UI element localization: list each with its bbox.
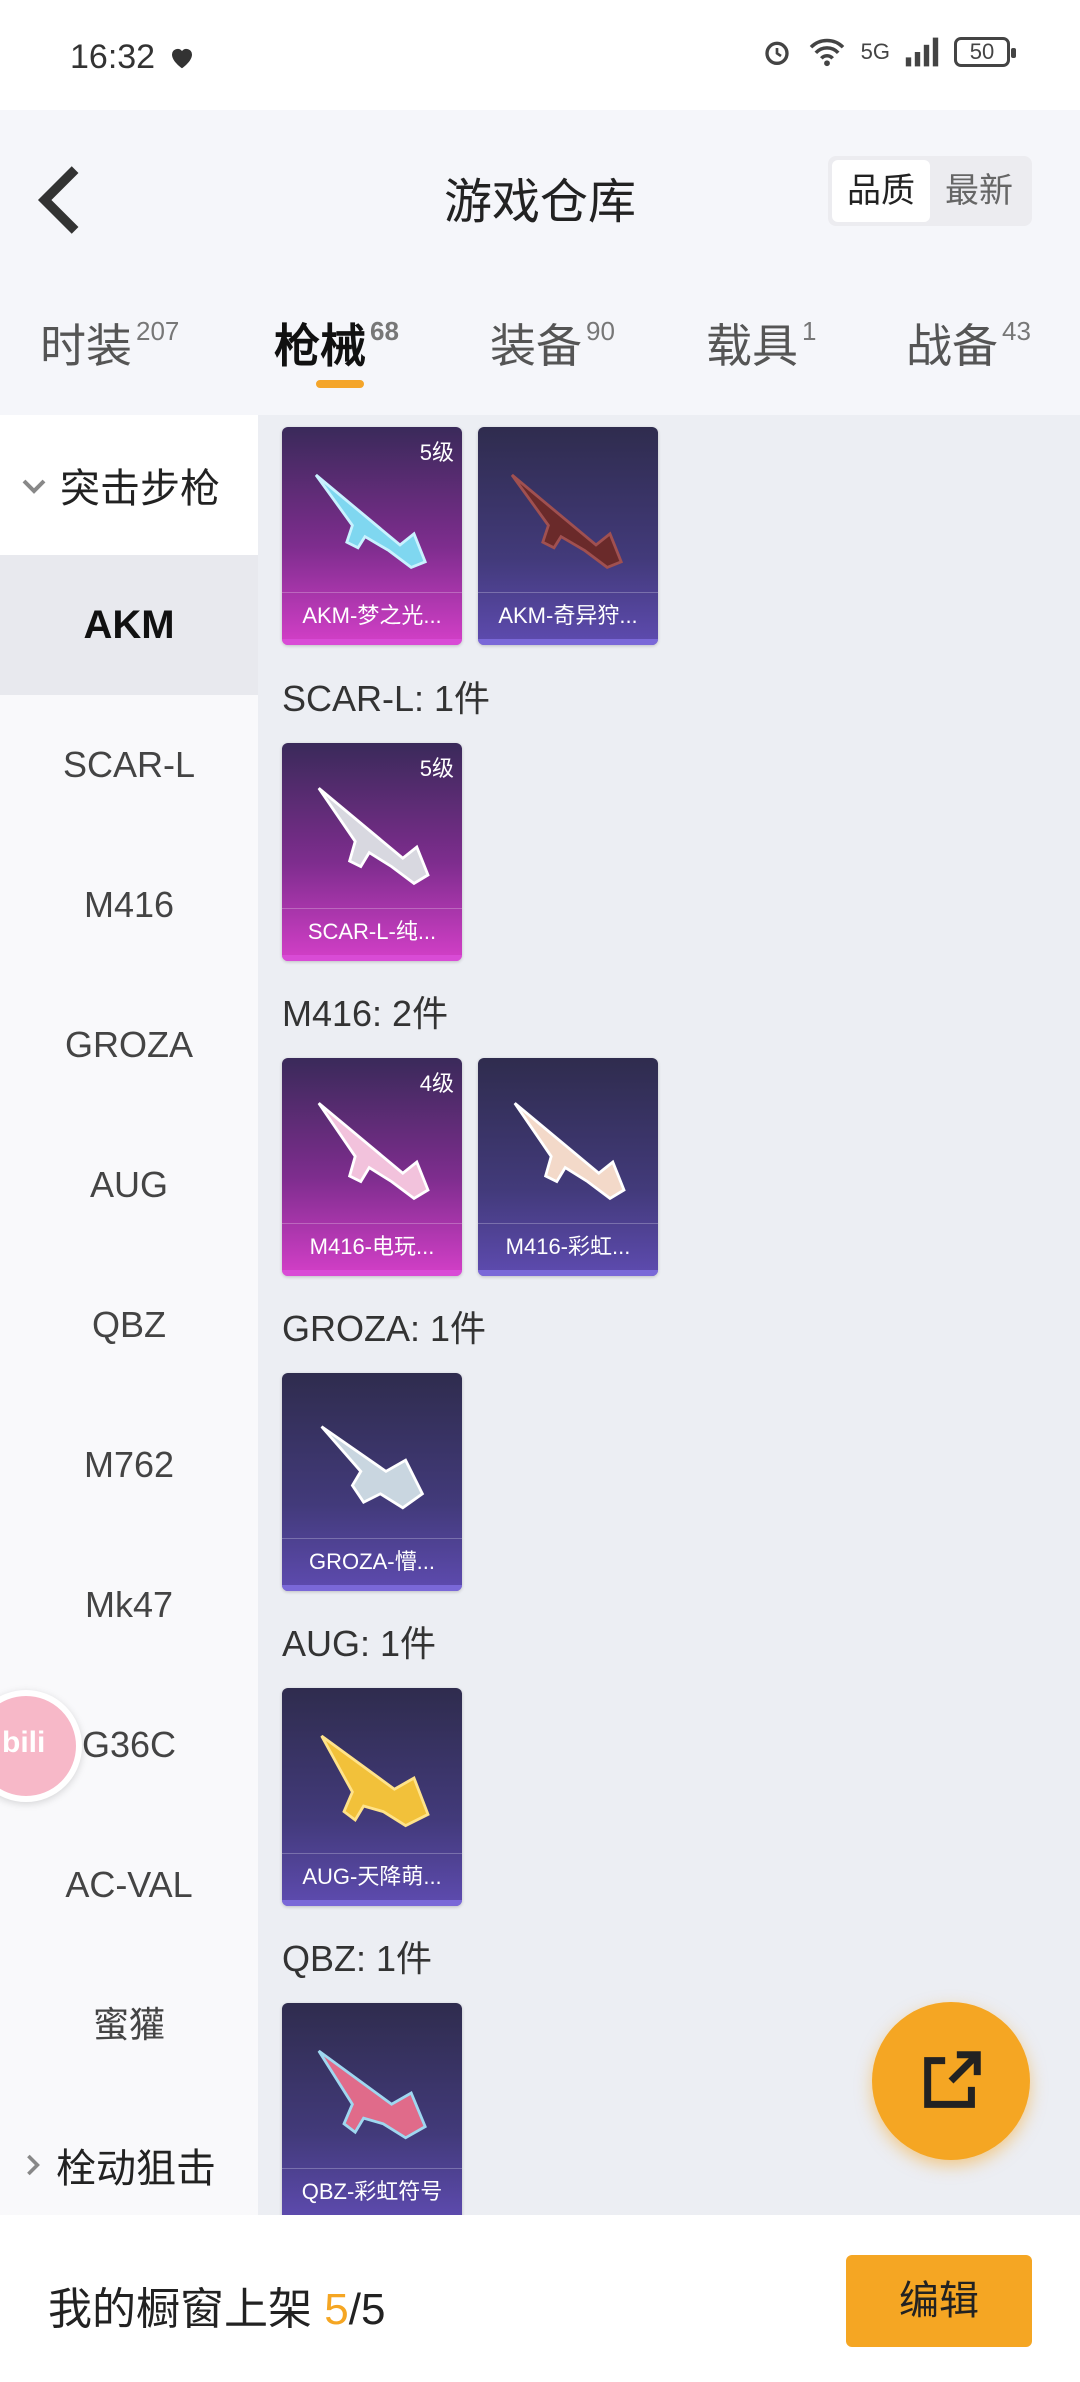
share-fab[interactable] — [872, 2002, 1030, 2160]
sidebar-item-m762[interactable]: M762 — [0, 1395, 258, 1535]
showcase-count: 我的橱窗上架 5/5 — [48, 2273, 385, 2337]
tab-count: 1 — [802, 315, 817, 346]
group-title: AUG: 1件 — [282, 1623, 437, 1664]
skin-name: AUG-天降萌... — [282, 1853, 462, 1900]
skin-card[interactable]: AKM-奇异狩... — [478, 427, 658, 645]
group-title: SCAR-L: 1件 — [282, 678, 491, 719]
edit-button[interactable]: 编辑 — [846, 2255, 1032, 2347]
signal-icon — [905, 37, 939, 67]
level-badge: 4级 — [419, 1071, 454, 1096]
skin-card[interactable]: GROZA-懵... — [282, 1373, 462, 1591]
skin-name: AKM-梦之光... — [282, 592, 462, 639]
sidebar-item-ac-val[interactable]: AC-VAL — [0, 1815, 258, 1955]
status-time: 16:32 — [70, 38, 156, 76]
category-assault-rifles[interactable]: 突击步枪 — [0, 415, 258, 555]
tab-label: 战备 — [906, 320, 998, 372]
skin-name: QBZ-彩虹符号 — [282, 2168, 462, 2215]
rifle-icon — [513, 1102, 626, 1201]
battery-icon: 50 — [954, 37, 1016, 67]
category-label: 突击步枪 — [60, 467, 220, 511]
sort-segment: 品质 最新 — [828, 156, 1032, 226]
tab-label: 时装 — [40, 320, 132, 372]
rifle-icon — [510, 473, 624, 569]
weapon-sidebar: 突击步枪 AKM SCAR-L M416 GROZA AUG QBZ M762 … — [0, 415, 258, 2215]
tab-count: 207 — [136, 315, 180, 346]
sidebar-item-akm[interactable]: AKM — [0, 555, 258, 695]
skin-card[interactable]: QBZ-彩虹符号 — [282, 2003, 462, 2221]
skin-name: M416-电玩... — [282, 1223, 462, 1270]
battery-level: 50 — [969, 39, 995, 64]
skin-card[interactable]: 5级 SCAR-L-纯... — [282, 743, 462, 961]
level-badge: 5级 — [419, 756, 454, 781]
status-icons: 5G 50 — [761, 36, 1016, 68]
chevron-right-icon — [27, 2154, 40, 2176]
network-type: 5G — [860, 39, 890, 64]
sidebar-item-scar-l[interactable]: SCAR-L — [0, 695, 258, 835]
sidebar-item-groza[interactable]: GROZA — [0, 975, 258, 1115]
tab-weapons[interactable]: 枪械 68 — [274, 310, 399, 376]
rifle-icon — [317, 2049, 427, 2140]
status-bar: 16:32 5G 50 — [0, 0, 1080, 110]
alarm-icon — [764, 41, 789, 65]
skin-card[interactable]: 5级 AKM-梦之光... — [282, 427, 462, 645]
weapon-content: 5级 AKM-梦之光... AKM-奇异狩... SCAR-L: 1件 5级 S… — [258, 415, 1080, 2221]
skin-name: GROZA-懵... — [282, 1538, 462, 1585]
tab-label: 载具 — [706, 320, 798, 372]
skin-name: AKM-奇异狩... — [478, 592, 658, 639]
group-title: GROZA: 1件 — [282, 1308, 487, 1349]
showcase-label: 我的橱窗上架 — [48, 2285, 325, 2334]
wifi-icon — [809, 38, 844, 67]
skin-name: SCAR-L-纯... — [282, 908, 462, 955]
external-link-icon — [924, 2051, 981, 2108]
tab-label: 装备 — [490, 320, 582, 372]
heart-icon — [172, 48, 192, 69]
showcase-separator: / — [348, 2285, 361, 2334]
sort-newest[interactable]: 最新 — [930, 160, 1028, 222]
group-title: QBZ: 1件 — [282, 1938, 433, 1979]
sidebar-item-mk47[interactable]: Mk47 — [0, 1535, 258, 1675]
tab-label: 枪械 — [274, 320, 366, 372]
header: 游戏仓库 品质 最新 — [0, 110, 1080, 280]
level-badge: 5级 — [419, 440, 454, 465]
rifle-icon — [320, 1425, 425, 1510]
sort-quality[interactable]: 品质 — [832, 160, 930, 222]
sidebar-item-m416[interactable]: M416 — [0, 835, 258, 975]
tab-count: 68 — [370, 315, 399, 346]
skin-card[interactable]: M416-彩虹... — [478, 1058, 658, 1276]
showcase-total: 5 — [360, 2285, 386, 2334]
rifle-icon — [317, 787, 430, 886]
chevron-down-icon — [22, 479, 46, 494]
category-tabs: 时装 207 枪械 68 装备 90 载具 1 战备 43 — [0, 280, 1080, 410]
category-bolt-action[interactable]: 栓动狙击 — [0, 2105, 258, 2225]
tab-fashion[interactable]: 时装 207 — [40, 310, 179, 376]
tab-vehicles[interactable]: 载具 1 — [706, 310, 816, 376]
tab-count: 90 — [586, 315, 615, 346]
showcase-current: 5 — [324, 2285, 349, 2334]
tab-supplies[interactable]: 战备 43 — [906, 310, 1031, 376]
rifle-icon — [317, 1102, 430, 1201]
skin-card[interactable]: AUG-天降萌... — [282, 1688, 462, 1906]
skin-card[interactable]: 4级 M416-电玩... — [282, 1058, 462, 1276]
tab-active-indicator — [316, 380, 364, 388]
rifle-icon — [320, 1734, 430, 1828]
tab-count: 43 — [1002, 315, 1031, 346]
sidebar-item-qbz[interactable]: QBZ — [0, 1255, 258, 1395]
bottom-bar: 我的橱窗上架 5/5 编辑 — [0, 2215, 1080, 2382]
skin-name: M416-彩虹... — [478, 1223, 658, 1270]
logo-text: bili — [2, 1726, 46, 1759]
category-label: 栓动狙击 — [56, 2147, 216, 2191]
rifle-icon — [314, 473, 428, 569]
tab-equipment[interactable]: 装备 90 — [490, 310, 615, 376]
group-title: M416: 2件 — [282, 993, 449, 1034]
sidebar-item-aug[interactable]: AUG — [0, 1115, 258, 1255]
sidebar-item-honey-badger[interactable]: 蜜獾 — [0, 1955, 258, 2095]
